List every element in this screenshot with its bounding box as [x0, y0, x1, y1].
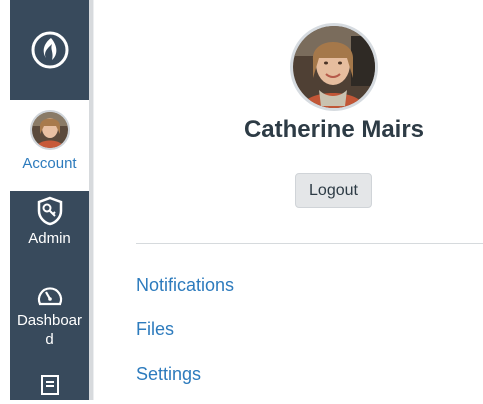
nav-dashboard-label: Dashboar d: [16, 312, 83, 348]
book-icon: [40, 375, 59, 395]
global-navigation: Account Admin Dashboar d: [10, 0, 89, 400]
nav-account[interactable]: Account: [10, 100, 89, 191]
shield-key-icon: [37, 196, 62, 226]
notifications-link[interactable]: Notifications: [136, 273, 234, 297]
flame-logo-icon: [31, 31, 68, 69]
canvas-logo[interactable]: [10, 0, 89, 100]
tray-divider: [136, 243, 483, 244]
speedometer-icon: [37, 287, 62, 306]
settings-link[interactable]: Settings: [136, 362, 201, 386]
nav-account-label: Account: [22, 155, 77, 172]
files-link[interactable]: Files: [136, 317, 174, 341]
nav-dashboard[interactable]: Dashboar d: [10, 282, 89, 362]
logout-button[interactable]: Logout: [295, 173, 372, 208]
account-avatar: [29, 110, 70, 150]
nav-admin-label: Admin: [28, 230, 71, 247]
profile-name: Catherine Mairs: [243, 116, 425, 143]
nav-admin[interactable]: Admin: [10, 196, 89, 266]
tray-edge: [93, 0, 106, 400]
profile-avatar: [290, 23, 378, 111]
